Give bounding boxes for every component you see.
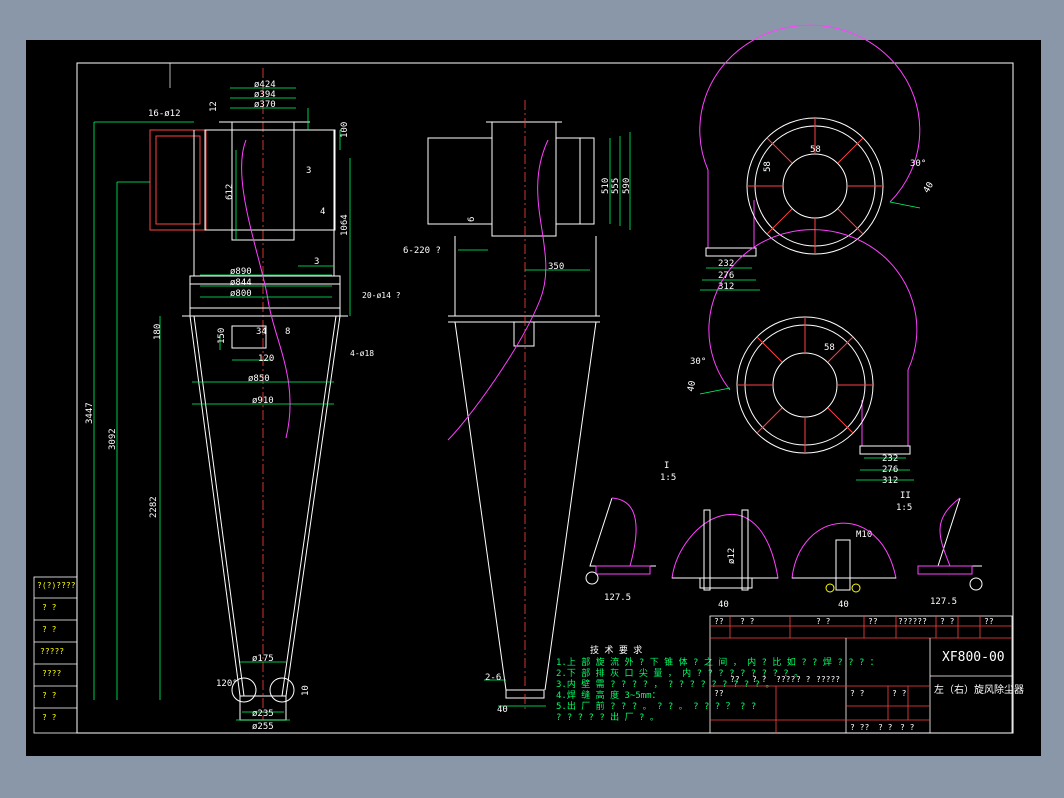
detail-b40-b: 40 bbox=[838, 600, 849, 610]
tb-header-7: ?? bbox=[984, 617, 994, 626]
dim-w276-upper: 276 bbox=[718, 271, 734, 281]
dim-v40-lower: 40 bbox=[686, 380, 698, 392]
dim-r58-upper: 58 bbox=[810, 145, 821, 155]
revision-cell-5: ???? bbox=[42, 669, 61, 678]
dim-h510: 510 bbox=[601, 178, 611, 194]
dim-ang30-upper: 30° bbox=[910, 159, 926, 169]
dim-h555: 555 bbox=[611, 178, 621, 194]
dim-d255: ø255 bbox=[252, 722, 274, 732]
revision-cell-6: ? ? bbox=[42, 691, 57, 700]
tb-bottom-4: ? ? bbox=[850, 689, 865, 698]
dim-r58-upper-b: 58 bbox=[763, 161, 773, 172]
revision-cell-2: ? ? bbox=[42, 603, 57, 612]
dim-b40: 40 bbox=[497, 705, 508, 715]
detail-d1275-a: 127.5 bbox=[604, 593, 631, 603]
dim-w276-lower: 276 bbox=[882, 465, 898, 475]
dim-d910: ø910 bbox=[252, 396, 274, 406]
dim-h3447: 3447 bbox=[85, 402, 95, 424]
tb-header-5: ?????? bbox=[898, 617, 927, 626]
dim-d235: ø235 bbox=[252, 709, 274, 719]
tb-row-3: ? ? bbox=[752, 675, 767, 684]
notes-line-1: 1.上 部 旋 流 外 ? 下 锥 体 ? 之 间 ， 内 ? 比 如 ? ? … bbox=[556, 656, 879, 668]
dim-angle-120: 120° bbox=[216, 679, 238, 689]
dim-w120: 120 bbox=[258, 354, 274, 364]
dim-v3: 3 bbox=[306, 166, 311, 176]
dim-h100: 100 bbox=[340, 122, 350, 138]
dim-b26: 2-6 bbox=[485, 673, 501, 683]
dim-v34: 34 bbox=[256, 327, 267, 337]
detail-b40-a: 40 bbox=[718, 600, 729, 610]
drawing-sheet bbox=[26, 40, 1041, 756]
dim-v12: 12 bbox=[209, 101, 219, 112]
notes-line-4: 4.焊 缝 高 度 3~5mm： bbox=[556, 689, 661, 701]
tb-bottom-3: ? ? bbox=[900, 723, 915, 732]
dim-d424: ø424 bbox=[254, 80, 276, 90]
dim-v10: 10 bbox=[301, 685, 311, 696]
drawing-name: 左（右）旋风除尘器 bbox=[934, 683, 1024, 696]
revision-cell-4: ????? bbox=[40, 647, 64, 656]
dim-d394: ø394 bbox=[254, 90, 276, 100]
tb-bottom-2: ? ? bbox=[878, 723, 893, 732]
tb-bottom-1: ? ?? bbox=[850, 723, 869, 732]
dim-w232-upper: 232 bbox=[718, 259, 734, 269]
detail-scale-i: 1:5 bbox=[660, 473, 676, 483]
dim-holes-4: 4-ø18 bbox=[350, 349, 374, 358]
dim-h612: 612 bbox=[225, 184, 235, 200]
notes-line-6: ? ? ? ? ? 出 厂 ? 。 bbox=[556, 711, 659, 723]
tb-row-6: ????? bbox=[816, 675, 840, 684]
cad-drawing-viewport[interactable]: ø424 ø394 ø370 16-ø12 ø890 ø844 ø800 20-… bbox=[0, 0, 1064, 798]
dim-v3b: 3 bbox=[314, 257, 319, 267]
detail-label-i: I bbox=[664, 461, 669, 471]
tb-header-3: ? ? bbox=[816, 617, 831, 626]
dim-d175: ø175 bbox=[252, 654, 274, 664]
dim-h150: 150 bbox=[217, 328, 227, 344]
detail-label-ii: II bbox=[900, 491, 911, 501]
dim-d800: ø800 bbox=[230, 289, 252, 299]
dim-d890: ø890 bbox=[230, 267, 252, 277]
tb-row-5: ? ? bbox=[796, 675, 811, 684]
dim-h1064: 1064 bbox=[340, 214, 350, 236]
dim-holes-6: 6-220 ? bbox=[403, 246, 441, 256]
tb-bottom-5: ? ? bbox=[892, 689, 907, 698]
dim-w312-upper: 312 bbox=[718, 282, 734, 292]
dim-w232-lower: 232 bbox=[882, 454, 898, 464]
dim-r58-lower: 58 bbox=[824, 343, 835, 353]
tb-row-1: ?? bbox=[714, 689, 724, 698]
dim-v8: 8 bbox=[285, 327, 290, 337]
notes-title: 技 术 要 求 bbox=[590, 644, 642, 656]
dim-v6: 6 bbox=[467, 217, 477, 222]
tb-header-2: ? ? bbox=[740, 617, 755, 626]
dim-v4: 4 bbox=[320, 207, 325, 217]
dim-flange-holes: 16-ø12 bbox=[148, 109, 181, 119]
dim-h2282: 2282 bbox=[149, 496, 159, 518]
dim-h3092: 3092 bbox=[108, 428, 118, 450]
dim-holes-20: 20-ø14 ? bbox=[362, 291, 401, 300]
detail-d12: ø12 bbox=[727, 548, 737, 564]
notes-line-5: 5.出 厂 前 ? ? ? 。 ? ? 。 ? ? ? ？ ? ? bbox=[556, 700, 756, 712]
dim-h590: 590 bbox=[622, 178, 632, 194]
drawing-number: XF800-00 bbox=[942, 650, 1005, 665]
dim-ang30-lower: 30° bbox=[690, 357, 706, 367]
revision-cell-7: ? ? bbox=[42, 713, 57, 722]
detail-scale-ii: 1:5 bbox=[896, 503, 912, 513]
tb-row-2: ?? bbox=[730, 675, 740, 684]
detail-d1275-b: 127.5 bbox=[930, 597, 957, 607]
notes-line-3: 3.内 壁 需 ? ? ? ? ， ? ? ? ? ? ? ? ? ? 。 bbox=[556, 678, 774, 690]
dim-d850: ø850 bbox=[248, 374, 270, 384]
tb-header-4: ?? bbox=[868, 617, 878, 626]
dim-d370: ø370 bbox=[254, 100, 276, 110]
tb-header-1: ?? bbox=[714, 617, 724, 626]
dim-h180: 180 bbox=[153, 324, 163, 340]
tb-header-6: ? ? bbox=[940, 617, 955, 626]
dim-w312-lower: 312 bbox=[882, 476, 898, 486]
revision-cell-1: ?(?)???? bbox=[37, 581, 76, 590]
tb-row-4: ???? bbox=[776, 675, 795, 684]
dim-d350: 350 bbox=[548, 262, 564, 272]
dim-d844: ø844 bbox=[230, 278, 252, 288]
revision-cell-3: ? ? bbox=[42, 625, 57, 634]
